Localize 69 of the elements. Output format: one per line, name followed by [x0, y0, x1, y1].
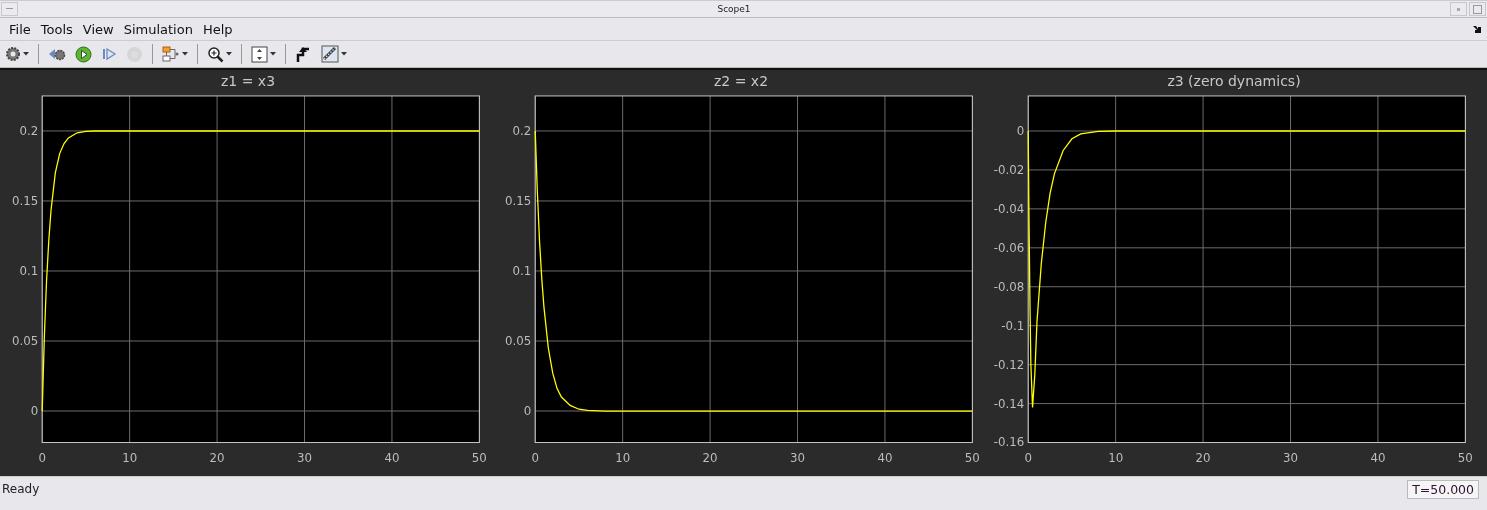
step-back-icon [48, 46, 66, 62]
plot-title: z3 (zero dynamics) [1167, 72, 1301, 91]
toolbar-button[interactable] [248, 43, 279, 65]
status-message: Ready [2, 482, 40, 496]
y-tick-label: 0.1 [19, 263, 39, 278]
y-tick-label: 0.2 [19, 123, 39, 138]
plot-title: z1 = x3 [220, 72, 276, 91]
y-tick-label: 0.05 [505, 333, 532, 348]
ruler-icon [321, 45, 339, 63]
y-tick-label: -0.16 [993, 435, 1025, 450]
y-tick-label: -0.1 [1001, 318, 1025, 333]
y-tick-label: 0.15 [505, 193, 532, 208]
x-tick-label: 50 [964, 451, 980, 466]
y-tick-label: 0 [523, 403, 532, 418]
play-icon [75, 45, 92, 63]
x-tick-label: 30 [297, 451, 312, 466]
y-tick-label: -0.02 [993, 162, 1025, 177]
y-tick-label: -0.08 [993, 279, 1025, 294]
x-tick-label: 10 [615, 451, 631, 466]
restore-icon [1457, 7, 1460, 11]
x-tick-label: 10 [122, 451, 138, 466]
x-tick-label: 40 [1370, 451, 1386, 466]
x-tick-label: 40 [877, 451, 893, 466]
window-title: Scope1 [716, 4, 752, 14]
x-tick-label: 0 [38, 451, 46, 466]
x-tick-label: 30 [790, 451, 805, 466]
y-tick-label: -0.06 [993, 240, 1025, 255]
y-tick-label: 0 [30, 403, 39, 418]
menu-item[interactable]: Help [197, 21, 238, 37]
gear-icon [5, 46, 21, 62]
caret-icon [226, 52, 232, 56]
maximize-icon [1473, 4, 1482, 14]
caret-icon [341, 52, 347, 56]
x-tick-label: 20 [1195, 451, 1211, 466]
y-tick-label: 0 [1016, 123, 1025, 138]
caret-icon [182, 52, 188, 56]
caret-icon [270, 52, 276, 56]
toolbar-button[interactable] [72, 43, 95, 65]
x-tick-label: 40 [384, 451, 400, 466]
y-tick-label: 0.15 [12, 193, 39, 208]
x-tick-label: 50 [1457, 451, 1473, 466]
undock-arrow-icon [1473, 25, 1481, 33]
x-tick-label: 20 [702, 451, 718, 466]
caret-icon [23, 52, 29, 56]
y-tick-label: 0.05 [12, 333, 39, 348]
simulation-time: T=50.000 [1407, 479, 1479, 499]
y-tick-label: -0.14 [993, 396, 1025, 411]
y-tick-label: 0.1 [512, 263, 532, 278]
y-tick-label: 0.2 [512, 123, 532, 138]
menu-item[interactable]: View [77, 21, 119, 37]
x-tick-label: 0 [1024, 451, 1032, 466]
menu-item[interactable]: Tools [35, 21, 78, 37]
minimize-icon [6, 8, 13, 10]
x-tick-label: 20 [209, 451, 225, 466]
x-tick-label: 10 [1108, 451, 1124, 466]
y-tick-label: -0.12 [993, 357, 1025, 372]
autoscale-icon [251, 45, 268, 63]
x-tick-label: 30 [1283, 451, 1298, 466]
step-forward-icon [101, 46, 117, 62]
x-tick-label: 50 [471, 451, 487, 466]
block-diagram-icon [162, 46, 180, 62]
menu-item[interactable]: File [4, 21, 36, 37]
signal-step-icon [295, 45, 312, 63]
toolbar-button[interactable] [318, 43, 350, 65]
plot-title: z2 = x2 [713, 72, 769, 91]
zoom-icon [207, 45, 224, 63]
x-tick-label: 0 [531, 451, 539, 466]
menu-item[interactable]: Simulation [118, 21, 198, 37]
y-tick-label: -0.04 [993, 201, 1025, 216]
